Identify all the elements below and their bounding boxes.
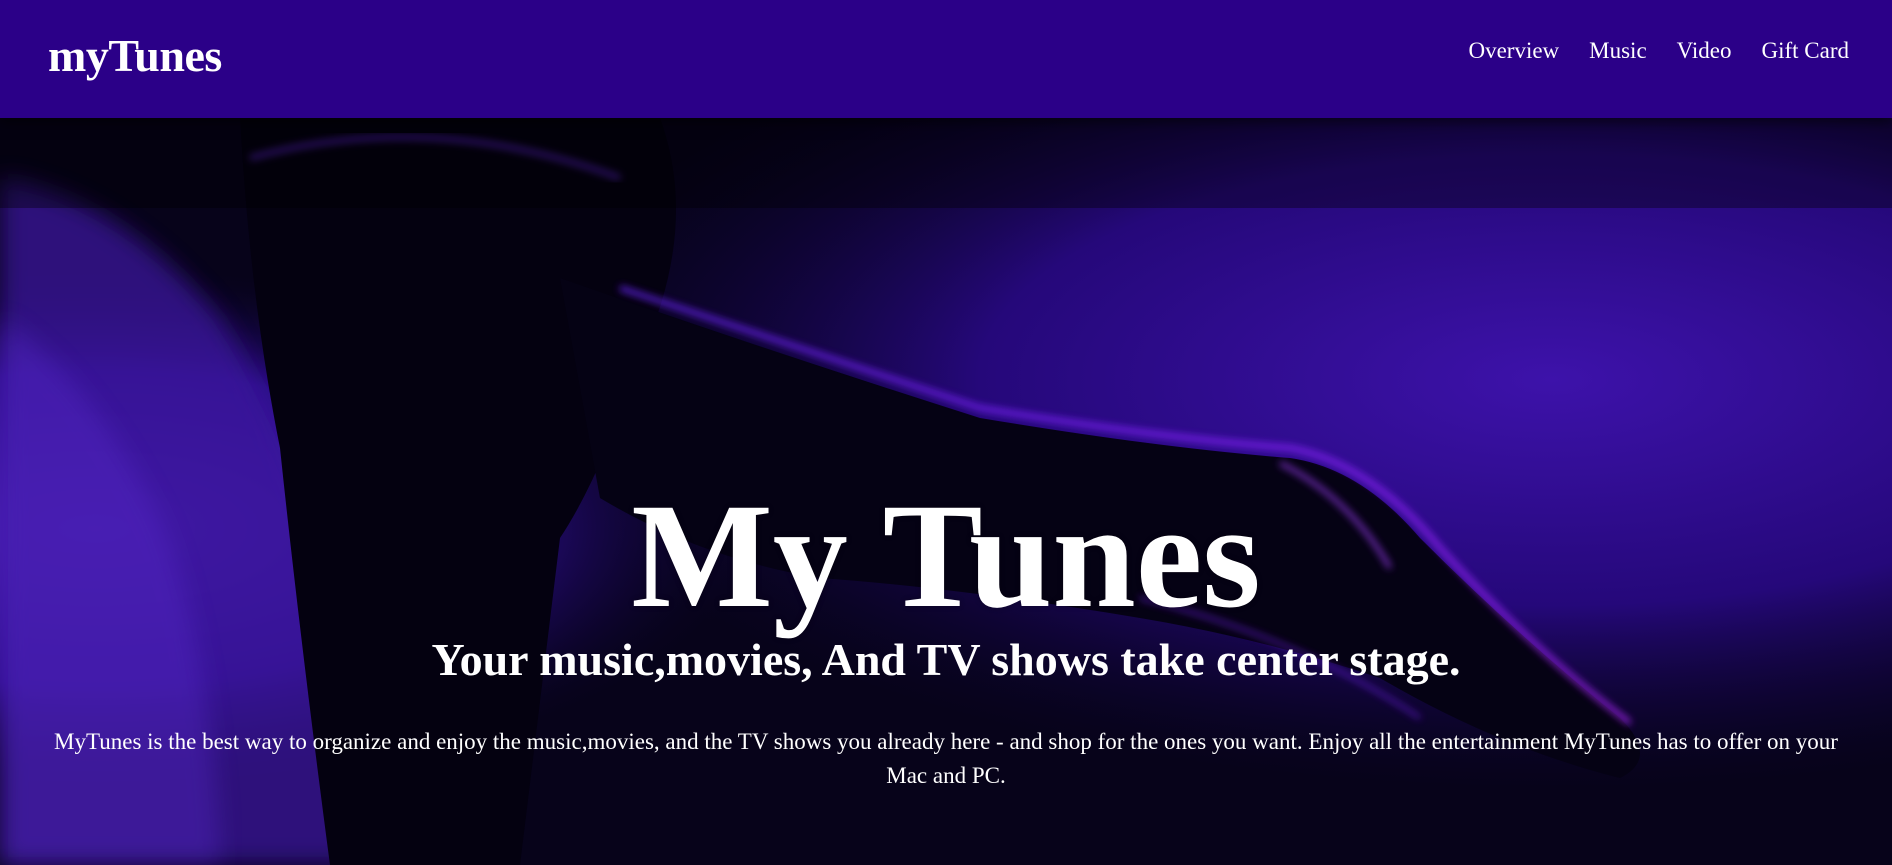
nav-link-overview[interactable]: Overview bbox=[1468, 36, 1559, 66]
nav-link-gift-card[interactable]: Gift Card bbox=[1761, 36, 1849, 66]
hero-subtitle: Your music,movies, And TV shows take cen… bbox=[431, 634, 1461, 686]
top-navbar: myTunes Overview Music Video Gift Card bbox=[0, 0, 1892, 118]
hero-description: MyTunes is the best way to organize and … bbox=[54, 729, 1838, 788]
brand-logo[interactable]: myTunes bbox=[48, 26, 222, 86]
nav-link-music[interactable]: Music bbox=[1589, 36, 1647, 66]
hero-section: My Tunes Your music,movies, And TV shows… bbox=[0, 118, 1892, 865]
hero-title: My Tunes bbox=[631, 472, 1261, 639]
main-nav: Overview Music Video Gift Card bbox=[1468, 36, 1849, 66]
nav-link-video[interactable]: Video bbox=[1677, 36, 1732, 66]
